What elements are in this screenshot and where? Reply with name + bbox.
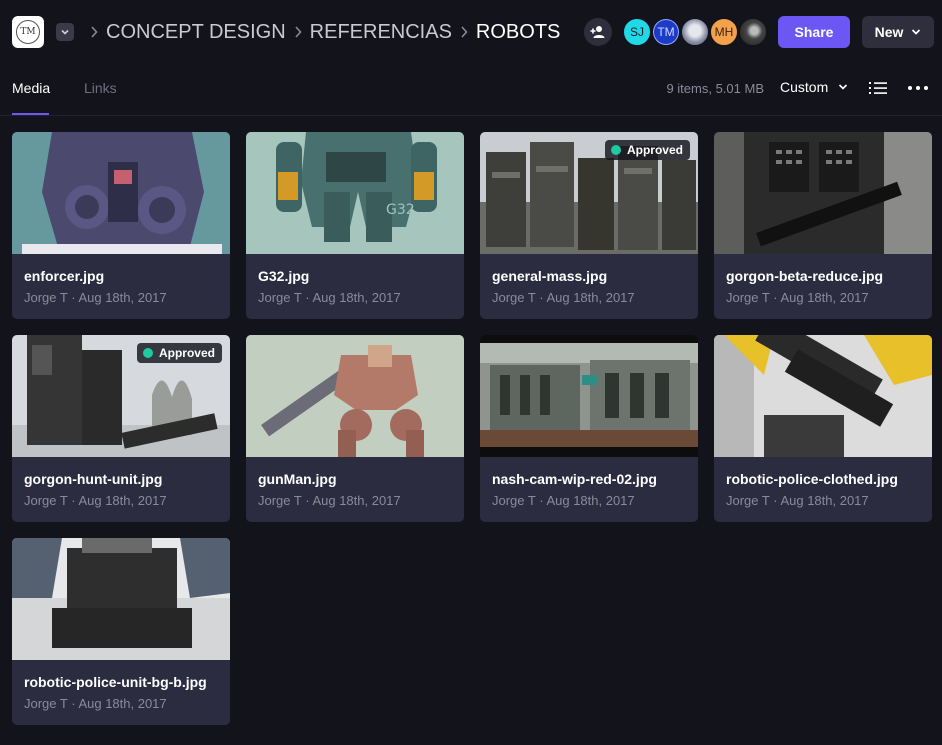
media-filename: robotic-police-unit-bg-b.jpg <box>24 674 207 690</box>
breadcrumb-item[interactable]: REFERENCIAS <box>310 21 452 44</box>
media-meta: Jorge T · Aug 18th, 2017 <box>726 290 869 305</box>
tab-media[interactable]: Media <box>12 80 50 96</box>
sort-dropdown-label: Custom <box>780 79 829 95</box>
avatar[interactable] <box>738 17 768 47</box>
tab-links[interactable]: Links <box>84 80 117 96</box>
sort-dropdown[interactable]: Custom <box>780 79 848 95</box>
items-summary: 9 items, 5.01 MB <box>666 81 764 96</box>
chevron-right-icon <box>294 26 302 38</box>
approved-status-icon <box>610 145 621 155</box>
media-author: Jorge T <box>24 493 68 508</box>
chevron-down-icon <box>912 29 921 35</box>
media-author: Jorge T <box>258 290 302 305</box>
media-thumbnail[interactable] <box>12 132 230 254</box>
approved-status-icon <box>142 348 153 358</box>
media-date: Aug 18th, 2017 <box>78 696 167 711</box>
media-thumbnail[interactable] <box>12 538 230 660</box>
media-date: Aug 18th, 2017 <box>78 290 167 305</box>
avatar[interactable]: SJ <box>622 17 652 47</box>
chevron-down-icon <box>61 29 69 35</box>
media-card[interactable]: gorgon-beta-reduce.jpg Jorge T · Aug 18t… <box>714 132 932 319</box>
media-card[interactable]: gunMan.jpg Jorge T · Aug 18th, 2017 <box>246 335 464 522</box>
media-thumbnail[interactable]: Approved <box>480 132 698 254</box>
media-author: Jorge T <box>258 493 302 508</box>
breadcrumb: CONCEPT DESIGN REFERENCIAS ROBOTS <box>82 19 560 45</box>
breadcrumb-dropdown-button[interactable] <box>56 23 74 41</box>
media-author: Jorge T <box>726 493 770 508</box>
media-thumbnail[interactable] <box>480 335 698 457</box>
share-button[interactable]: Share <box>778 16 850 48</box>
avatar[interactable]: TM <box>651 17 681 47</box>
media-author: Jorge T <box>24 290 68 305</box>
media-date: Aug 18th, 2017 <box>312 493 401 508</box>
media-card[interactable]: Approved general-mass.jpg Jorge T · Aug … <box>480 132 698 319</box>
media-meta: Jorge T · Aug 18th, 2017 <box>258 290 401 305</box>
media-meta: Jorge T · Aug 18th, 2017 <box>24 493 167 508</box>
media-filename: general-mass.jpg <box>492 268 608 284</box>
media-thumbnail[interactable]: G32 <box>246 132 464 254</box>
media-card[interactable]: robotic-police-clothed.jpg Jorge T · Aug… <box>714 335 932 522</box>
media-card[interactable]: G32 G32.jpg Jorge T · Aug 18th, 2017 <box>246 132 464 319</box>
media-date: Aug 18th, 2017 <box>78 493 167 508</box>
media-meta: Jorge T · Aug 18th, 2017 <box>726 493 869 508</box>
media-card[interactable]: robotic-police-unit-bg-b.jpg Jorge T · A… <box>12 538 230 725</box>
media-date: Aug 18th, 2017 <box>546 290 635 305</box>
media-card[interactable]: Approved gorgon-hunt-unit.jpg Jorge T · … <box>12 335 230 522</box>
media-filename: robotic-police-clothed.jpg <box>726 471 898 487</box>
media-author: Jorge T <box>24 696 68 711</box>
media-meta: Jorge T · Aug 18th, 2017 <box>258 493 401 508</box>
new-button[interactable]: New <box>862 16 934 48</box>
breadcrumb-item[interactable]: CONCEPT DESIGN <box>106 21 286 44</box>
more-options-icon[interactable] <box>907 80 929 101</box>
media-date: Aug 18th, 2017 <box>312 290 401 305</box>
media-author: Jorge T <box>492 290 536 305</box>
media-meta: Jorge T · Aug 18th, 2017 <box>24 696 167 711</box>
media-thumbnail[interactable]: Approved <box>12 335 230 457</box>
media-date: Aug 18th, 2017 <box>546 493 635 508</box>
avatar[interactable] <box>680 17 710 47</box>
media-filename: gorgon-hunt-unit.jpg <box>24 471 163 487</box>
new-button-label: New <box>874 24 904 40</box>
media-filename: gorgon-beta-reduce.jpg <box>726 268 884 284</box>
invite-user-button[interactable] <box>584 18 612 46</box>
add-person-icon <box>590 26 605 38</box>
media-card[interactable]: nash-cam-wip-red-02.jpg Jorge T · Aug 18… <box>480 335 698 522</box>
status-badge: Approved <box>604 140 690 160</box>
avatar[interactable]: MH <box>709 17 739 47</box>
chevron-right-icon <box>90 26 98 38</box>
media-filename: nash-cam-wip-red-02.jpg <box>492 471 657 487</box>
chevron-right-icon <box>460 26 468 38</box>
media-meta: Jorge T · Aug 18th, 2017 <box>492 493 635 508</box>
media-card[interactable]: enforcer.jpg Jorge T · Aug 18th, 2017 <box>12 132 230 319</box>
media-meta: Jorge T · Aug 18th, 2017 <box>24 290 167 305</box>
list-view-icon[interactable] <box>868 80 888 101</box>
workspace-logo[interactable]: TM <box>12 16 44 48</box>
media-author: Jorge T <box>726 290 770 305</box>
media-author: Jorge T <box>492 493 536 508</box>
media-date: Aug 18th, 2017 <box>780 493 869 508</box>
media-thumbnail[interactable] <box>246 335 464 457</box>
media-thumbnail[interactable] <box>714 132 932 254</box>
collaborator-avatars: SJ TM MH <box>622 17 768 47</box>
top-bar: TM CONCEPT DESIGN REFERENCIAS ROBOTS SJ … <box>0 0 942 64</box>
view-toolbar: Media Links 9 items, 5.01 MB Custom <box>0 64 942 116</box>
active-tab-indicator <box>12 113 49 115</box>
media-filename: gunMan.jpg <box>258 471 337 487</box>
status-badge-label: Approved <box>158 346 215 360</box>
media-thumbnail[interactable] <box>714 335 932 457</box>
breadcrumb-current: ROBOTS <box>475 20 561 43</box>
chevron-down-icon <box>839 84 848 90</box>
status-badge: Approved <box>136 343 222 363</box>
media-date: Aug 18th, 2017 <box>780 290 869 305</box>
media-meta: Jorge T · Aug 18th, 2017 <box>492 290 635 305</box>
media-filename: enforcer.jpg <box>24 268 105 284</box>
media-filename: G32.jpg <box>258 268 310 284</box>
logo-monogram: TM <box>16 20 40 44</box>
svg-text:G32: G32 <box>386 202 415 218</box>
status-badge-label: Approved <box>626 143 683 157</box>
